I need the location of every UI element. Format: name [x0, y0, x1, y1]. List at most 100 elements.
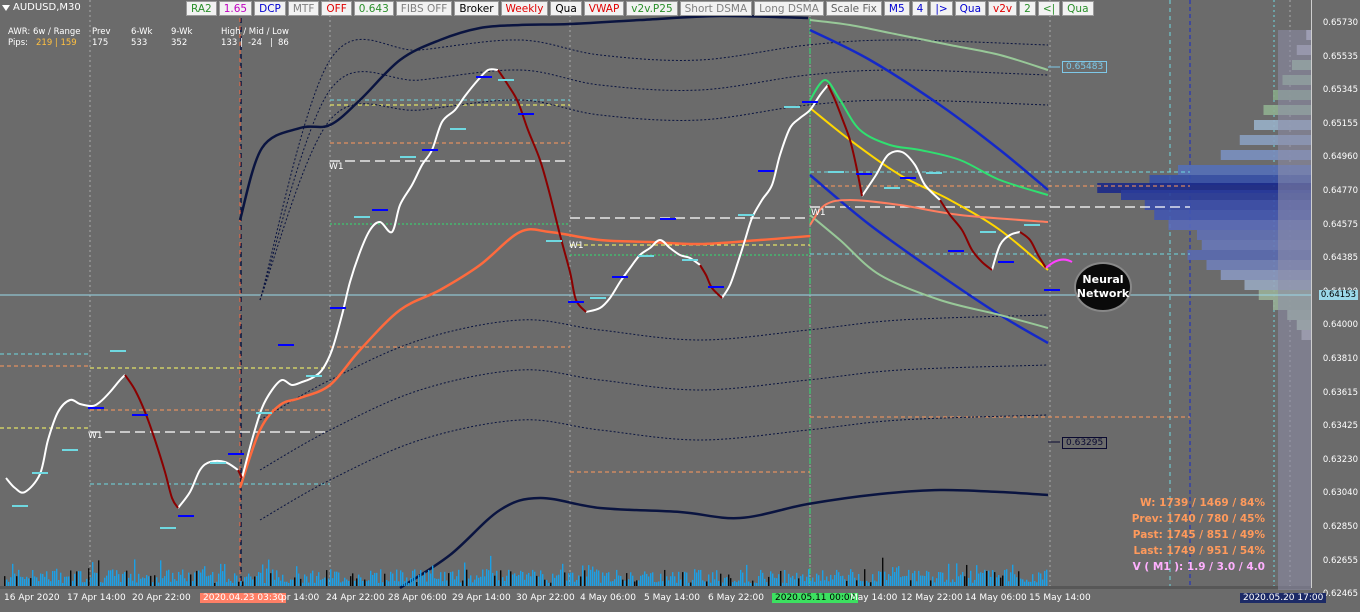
volume-bar [76, 571, 78, 586]
time-tick-label: 6 May 22:00 [708, 593, 764, 603]
volume-bar [626, 573, 628, 586]
toolbar-button-short-dsma[interactable]: Short DSMA [679, 1, 753, 16]
volume-bar [82, 582, 84, 586]
volume-bar [18, 569, 20, 586]
volume-bar [854, 577, 856, 586]
volume-bar [514, 573, 516, 586]
profile-bar [1278, 380, 1311, 390]
volume-bar [680, 579, 682, 586]
volume-bar [838, 572, 840, 586]
toolbar-button-vwap[interactable]: VWAP [583, 1, 625, 16]
toolbar-button-0-643[interactable]: 0.643 [353, 1, 394, 16]
volume-bar [1040, 573, 1042, 586]
volume-bar [640, 575, 642, 586]
volume-bar [808, 569, 810, 586]
toolbar-button-qua[interactable]: Qua [1062, 1, 1094, 16]
volume-bar [542, 574, 544, 586]
volume-bar [880, 571, 882, 586]
time-tick-label: pr 14:00 [281, 593, 320, 603]
volume-bar [872, 574, 874, 586]
toolbar-button-fibs-off[interactable]: FIBS OFF [395, 1, 453, 16]
volume-bar [144, 578, 146, 586]
toolbar-button-scale-fix[interactable]: Scale Fix [825, 1, 882, 16]
volume-bar [550, 582, 552, 586]
volume-bar [886, 580, 888, 586]
volume-bar [68, 576, 70, 586]
volume-bar [816, 573, 818, 586]
awr-prev-header: Prev [92, 27, 111, 37]
volume-bar [1010, 572, 1012, 586]
toolbar-button--[interactable]: <| [1037, 1, 1061, 16]
toolbar-button-dcp[interactable]: DCP [254, 1, 286, 16]
toolbar-button-4[interactable]: 4 [911, 1, 929, 16]
volume-bar [504, 580, 506, 586]
volume-bar [294, 577, 296, 586]
volume-bar [464, 562, 466, 586]
toolbar-button-mtf[interactable]: MTF [287, 1, 320, 16]
toolbar-button-qua[interactable]: Qua [550, 1, 582, 16]
volume-bar [946, 579, 948, 586]
volume-bar [152, 582, 154, 586]
dropdown-arrow-icon [2, 4, 10, 11]
volume-bar [1036, 582, 1038, 586]
volume-bar [538, 576, 540, 586]
volume-bar [760, 569, 762, 586]
toolbar-button-long-dsma[interactable]: Long DSMA [754, 1, 824, 16]
price-tick-label: 0.65535 [1322, 51, 1358, 62]
volume-bar [868, 582, 870, 586]
price-axis[interactable]: 0.65730 0.65535 0.65345 0.65155 0.64960 0.647… [1311, 0, 1360, 599]
toolbar-button--[interactable]: |> [930, 1, 953, 16]
volume-bar [602, 572, 604, 586]
toolbar-button-qua[interactable]: Qua [954, 1, 987, 16]
volume-bar [60, 572, 62, 586]
volume-bar [544, 579, 546, 586]
volume-bar [774, 577, 776, 586]
profile-bar [1278, 120, 1311, 130]
toolbar-button-broker[interactable]: Broker [454, 1, 499, 16]
volume-bar [818, 575, 820, 586]
volume-bar [754, 582, 756, 586]
volume-bar [658, 581, 660, 586]
volume-bar [842, 575, 844, 586]
toolbar-button-ra2[interactable]: RA2 [186, 1, 217, 16]
volume-bar [362, 580, 364, 586]
volume-bar [654, 581, 656, 586]
volume-bar [108, 570, 110, 586]
volume-bar [90, 577, 92, 586]
volume-bar [328, 578, 330, 586]
volume-bar [198, 570, 200, 586]
symbol-label[interactable]: AUDUSD,M30 [2, 2, 81, 13]
toolbar-button-off[interactable]: OFF [321, 1, 352, 16]
profile-bar [1278, 50, 1311, 60]
volume-bar [540, 570, 542, 586]
neural-network-badge[interactable]: Neural Network [1074, 262, 1132, 312]
volume-bar [466, 569, 468, 586]
volume-bar [578, 575, 580, 586]
toolbar-button-v2v[interactable]: v2v [988, 1, 1018, 16]
volume-bar [296, 566, 298, 586]
toolbar-button-2[interactable]: 2 [1019, 1, 1036, 16]
volume-bar [66, 576, 68, 586]
toolbar-button-1-65[interactable]: 1.65 [218, 1, 253, 16]
volume-bar [954, 581, 956, 586]
volume-bar [610, 581, 612, 586]
pips-label: Pips: [8, 38, 28, 48]
volume-bar [958, 576, 960, 586]
volume-bar [562, 563, 564, 586]
volume-bar [30, 578, 32, 586]
volume-bar [304, 574, 306, 586]
volume-bar [662, 581, 664, 586]
volume-bar [898, 566, 900, 586]
volume-bar [426, 581, 428, 586]
volume-bar [342, 581, 344, 586]
volume-bar [396, 569, 398, 586]
toolbar-button-m5[interactable]: M5 [883, 1, 910, 16]
toolbar-button-weekly[interactable]: Weekly [500, 1, 549, 16]
time-axis[interactable]: 16 Apr 2020 17 Apr 14:00 20 Apr 22:00 2020.… [0, 589, 1327, 612]
volume-bar [172, 572, 174, 586]
volume-bar [34, 576, 36, 586]
toolbar-button-v2v-p25[interactable]: v2v.P25 [626, 1, 678, 16]
volume-bar [1000, 577, 1002, 586]
volume-bar [498, 580, 500, 586]
volume-bar [746, 564, 748, 586]
